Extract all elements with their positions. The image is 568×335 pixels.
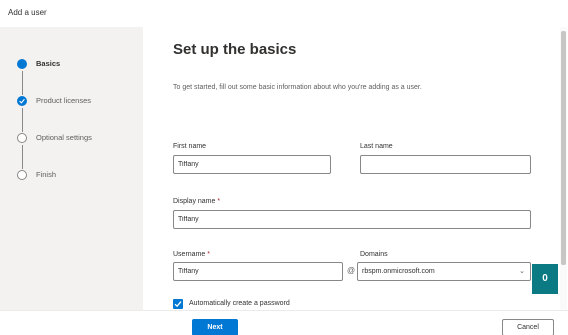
page-title: Set up the basics	[173, 41, 297, 58]
username-input[interactable]	[173, 262, 343, 281]
vertical-scrollbar[interactable]	[560, 27, 567, 310]
step-label: Product licenses	[36, 96, 92, 105]
wizard-steps: Basics Product licenses Optional setting…	[14, 59, 142, 207]
help-chat-button[interactable]: 0	[532, 264, 558, 294]
display-name-label: Display name *	[173, 198, 221, 205]
step-label: Optional settings	[36, 133, 92, 142]
step-optional-settings[interactable]: Optional settings	[14, 133, 142, 170]
last-name-input[interactable]	[360, 155, 531, 174]
username-label: Username *	[173, 251, 210, 258]
completed-step-check-icon	[17, 96, 27, 106]
cancel-button[interactable]: Cancel	[502, 319, 554, 335]
scrollbar-thumb[interactable]	[561, 31, 566, 265]
chevron-down-icon: ⌄	[519, 268, 525, 275]
domains-label: Domains	[360, 251, 388, 258]
last-name-label: Last name	[360, 143, 393, 150]
domains-selected-value: rbspm.onmicrosoft.com	[362, 268, 435, 275]
step-label: Finish	[36, 170, 57, 179]
required-marker: *	[207, 251, 210, 258]
step-finish[interactable]: Finish	[14, 170, 142, 207]
domains-dropdown[interactable]: rbspm.onmicrosoft.com ⌄	[357, 262, 531, 281]
auto-password-checkbox[interactable]	[173, 299, 183, 309]
at-symbol: @	[347, 266, 356, 275]
pending-step-icon	[17, 133, 27, 143]
display-name-input[interactable]	[173, 210, 531, 229]
step-connector	[22, 108, 23, 132]
step-product-licenses[interactable]: Product licenses	[14, 96, 142, 133]
first-name-label: First name	[173, 143, 207, 150]
page-description: To get started, fill out some basic info…	[173, 84, 422, 91]
panel-footer: Next Cancel	[0, 310, 568, 335]
current-step-icon	[17, 59, 27, 69]
main-content: Set up the basics To get started, fill o…	[143, 27, 565, 310]
panel-header: Add a user	[0, 0, 568, 26]
step-connector	[22, 71, 23, 95]
step-label: Basics	[36, 59, 61, 68]
wizard-sidebar: Basics Product licenses Optional setting…	[0, 27, 143, 310]
required-marker: *	[217, 198, 221, 205]
first-name-input[interactable]	[173, 155, 331, 174]
next-button[interactable]: Next	[192, 319, 238, 335]
auto-password-label: Automatically create a password	[189, 300, 290, 307]
step-connector	[22, 145, 23, 169]
step-basics[interactable]: Basics	[14, 59, 142, 96]
panel-title: Add a user	[8, 8, 47, 17]
help-icon: 0	[542, 273, 548, 284]
pending-step-icon	[17, 170, 27, 180]
